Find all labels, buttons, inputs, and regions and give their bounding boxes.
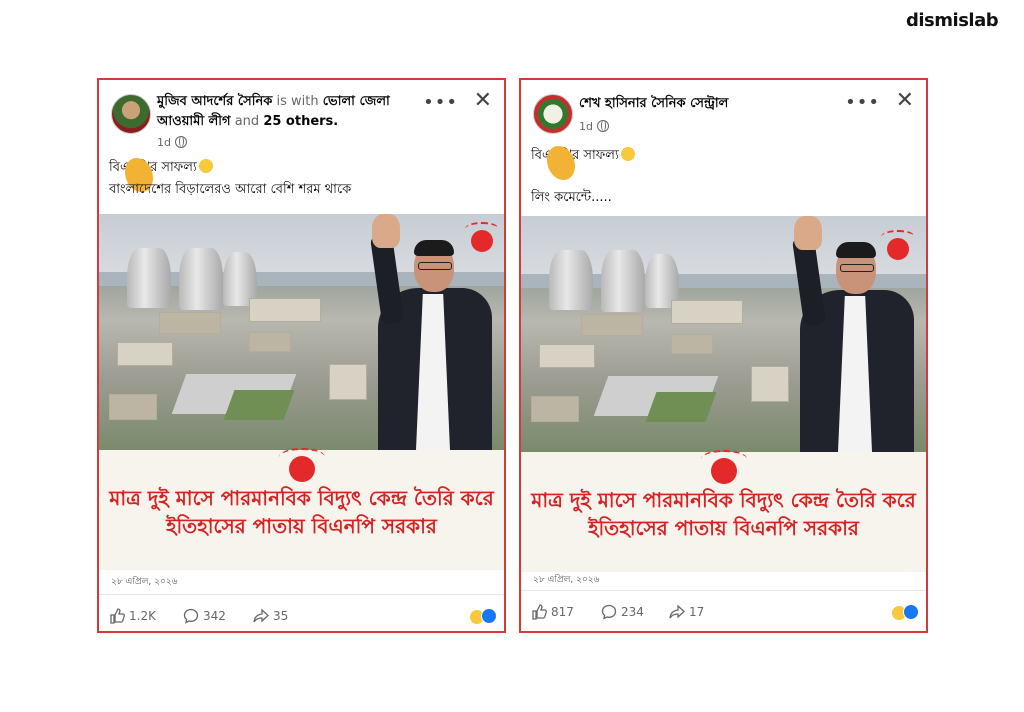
grin-emoji-icon [198,159,213,173]
post-header: শেখ হাসিনার সৈনিক সেন্ট্রাল [579,94,849,114]
and-text: and [234,114,260,129]
like-button[interactable]: 817 [531,604,574,620]
more-options-icon[interactable]: ••• [845,92,880,113]
post-time[interactable]: 1d [157,136,171,149]
bnp-sun-logo-icon [701,450,747,484]
avatar[interactable] [533,94,573,134]
comment-button[interactable]: 342 [183,608,226,624]
share-icon [253,608,269,623]
with-text: is with [276,94,319,109]
post-text-line-2: বাংলাদেশের বিড়ালেরও আরো বেশি শরম থাকে [109,182,352,197]
post-header: মুজিব আদর্শের সৈনিক is with ভোলা জেলা আও… [157,94,390,129]
share-button[interactable]: 17 [669,604,704,620]
bnp-sun-logo-icon [279,448,325,482]
comment-icon [601,604,617,620]
post-text-line-1: বিএনপির সাফল্য [531,146,635,180]
like-button[interactable]: 1.2K [109,608,156,624]
like-reaction-icon [481,608,497,624]
post-photo[interactable] [99,214,504,450]
post-meta: 1d [579,120,609,133]
reaction-summary[interactable] [470,608,497,624]
globe-icon [174,136,187,148]
like-icon [532,604,547,620]
comment-button[interactable]: 234 [601,604,644,620]
dismislab-logo: dismislab [906,10,999,31]
headline-banner: মাত্র দুই মাসে পারমানবিক বিদ্যুৎ কেন্দ্র… [99,448,504,570]
headline-banner: মাত্র দুই মাসে পারমানবিক বিদ্যুৎ কেন্দ্র… [521,450,926,572]
banner-headline: মাত্র দুই মাসে পারমানবিক বিদ্যুৎ কেন্দ্র… [109,486,494,538]
post-actions: 817 234 17 [531,604,921,624]
more-options-icon[interactable]: ••• [423,92,458,113]
share-button[interactable]: 35 [253,608,288,624]
comment-icon [183,608,199,624]
others-link[interactable]: 25 others [263,114,333,129]
post-actions: 1.2K 342 35 [109,608,499,628]
globe-icon [596,120,609,132]
author-name[interactable]: মুজিব আদর্শের সৈনিক [157,94,272,109]
post-text-line-1: বিএনপির সাফল্য [109,158,213,192]
post-text-line-2: লিং কমেন্টে..... [531,190,612,205]
close-icon[interactable]: ✕ [474,88,492,113]
reaction-summary[interactable] [892,604,919,620]
grin-emoji-icon [620,147,635,161]
post-date: ২৮ এপ্রিল, ২০২৬ [533,575,600,585]
author-name[interactable]: শেখ হাসিনার সৈনিক সেন্ট্রাল [579,96,728,111]
like-reaction-icon [903,604,919,620]
banner-headline: মাত্র দুই মাসে পারমানবিক বিদ্যুৎ কেন্দ্র… [531,488,916,540]
post-time[interactable]: 1d [579,120,593,133]
facebook-post-right: শেখ হাসিনার সৈনিক সেন্ট্রাল 1d ••• ✕ বিএ… [519,78,928,633]
post-meta: 1d [157,136,187,149]
like-icon [110,608,125,624]
share-icon [669,604,685,619]
close-icon[interactable]: ✕ [896,88,914,113]
waving-man-image [358,214,498,450]
post-photo[interactable] [521,216,926,452]
waving-man-image [780,216,920,452]
post-date: ২৮ এপ্রিল, ২০২৬ [111,577,178,587]
avatar[interactable] [111,94,151,134]
facebook-post-left: মুজিব আদর্শের সৈনিক is with ভোলা জেলা আও… [97,78,506,633]
